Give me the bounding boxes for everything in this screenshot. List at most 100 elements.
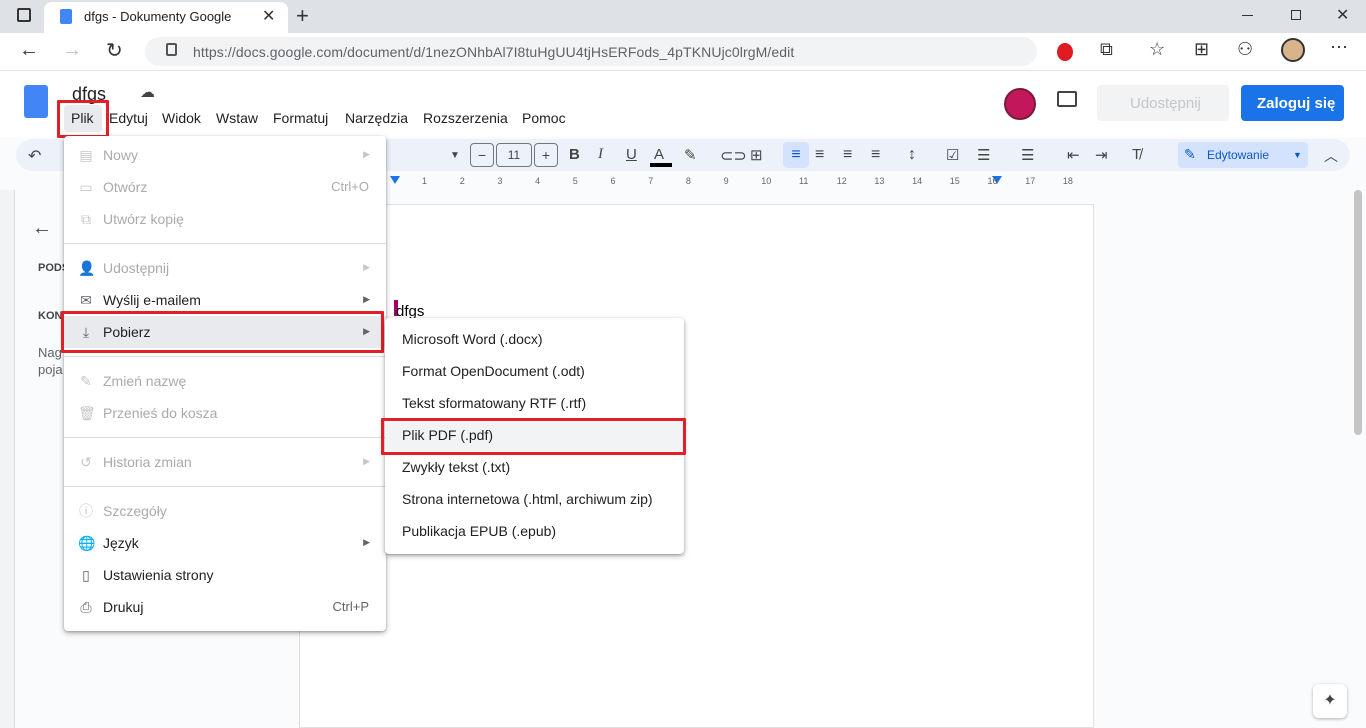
submenu-arrow-icon: ▶ [363, 149, 370, 159]
browser-tab[interactable]: dfgs - Dokumenty Google ✕ [44, 2, 288, 33]
reload-icon[interactable]: ↻ [106, 38, 123, 63]
file-menu-item-label: Historia zmian [103, 454, 192, 470]
submenu-arrow-icon: ▶ [363, 456, 370, 466]
tab-close-icon[interactable]: ✕ [262, 6, 275, 26]
menu-divider [64, 437, 386, 438]
download-option[interactable]: Strona internetowa (.html, archiwum zip) [385, 483, 684, 515]
menu-edytuj[interactable]: Edytuj [109, 110, 148, 126]
history-icon: ↺ [80, 454, 92, 470]
file-menu-item[interactable]: 👤 Udostępnij ▶ [64, 252, 386, 284]
file-menu-item[interactable]: ▭ Otwórz Ctrl+O [64, 171, 386, 203]
file-menu-item[interactable]: ✎ Zmień nazwę [64, 365, 386, 397]
underline-icon[interactable]: U [626, 146, 637, 163]
profile-sync-icon[interactable]: ⚇ [1237, 39, 1253, 60]
back-icon[interactable]: ← [19, 39, 39, 62]
comments-icon[interactable] [1057, 91, 1077, 107]
text-color-icon[interactable]: A [654, 146, 664, 163]
link-icon[interactable]: ⊂⊃ [720, 146, 747, 166]
minimize-icon[interactable] [1242, 15, 1253, 16]
numbered-list-icon[interactable]: ☰ [1021, 146, 1034, 164]
font-size-input[interactable]: 11 [496, 143, 532, 167]
font-size-plus-icon[interactable]: + [534, 143, 558, 167]
ruler-number: 14 [912, 176, 923, 186]
tab-actions-icon[interactable] [17, 8, 31, 22]
more-icon[interactable]: ⋯ [1330, 37, 1348, 58]
collections-icon[interactable]: ⊞ [1194, 39, 1209, 60]
file-menu-item[interactable]: ▤ Nowy ▶ [64, 139, 386, 171]
restore-icon[interactable] [1291, 10, 1301, 20]
file-menu-item[interactable]: ⓘ Szczegóły [64, 495, 386, 527]
file-menu-item[interactable]: 🌐 Język ▶ [64, 527, 386, 559]
align-right-icon[interactable]: ≡ [843, 146, 852, 164]
favorites-icon[interactable]: ☆ [1149, 39, 1165, 60]
file-menu-item[interactable]: ↺ Historia zmian ▶ [64, 446, 386, 478]
download-option[interactable]: Microsoft Word (.docx) [385, 323, 684, 355]
mode-selector[interactable]: ✎ Edytowanie ▼ [1178, 142, 1308, 168]
align-center-icon[interactable]: ≡ [815, 146, 824, 164]
new-tab-icon[interactable]: + [296, 3, 309, 29]
share-button[interactable]: Udostępnij [1097, 85, 1229, 121]
highlight-icon[interactable]: ✎ [684, 146, 697, 164]
ruler-number: 11 [799, 176, 809, 186]
file-menu-item[interactable]: ▯ Ustawienia strony [64, 559, 386, 591]
text-color-bar [650, 163, 672, 167]
file-menu-item-label: Nowy [103, 147, 139, 163]
submenu-arrow-icon: ▶ [363, 294, 370, 304]
file-menu-item-label: Ustawienia strony [103, 567, 214, 583]
download-option[interactable]: Format OpenDocument (.odt) [385, 355, 684, 387]
align-left-icon[interactable]: ≡ [783, 142, 809, 168]
clear-formatting-icon[interactable]: T̸ [1132, 146, 1141, 163]
undo-icon[interactable]: ↶ [28, 146, 41, 166]
menu-narzedzia[interactable]: Narzędzia [345, 110, 408, 126]
file-menu-item[interactable]: ⧉ Utwórz kopię [64, 203, 386, 235]
docs-logo-icon[interactable] [24, 85, 48, 118]
forward-icon[interactable]: → [62, 39, 82, 62]
italic-icon[interactable]: I [598, 146, 603, 163]
opera-ext-icon[interactable] [1057, 43, 1073, 61]
file-menu-item-label: Utwórz kopię [103, 211, 184, 227]
file-menu-item[interactable]: 🗑 Przenieś do kosza [64, 397, 386, 429]
align-justify-icon[interactable]: ≡ [871, 146, 880, 164]
doc-icon: ▤ [79, 147, 93, 163]
font-dropdown-icon[interactable]: ▼ [450, 150, 460, 161]
menu-formatuj[interactable]: Formatuj [273, 110, 328, 126]
mail-icon: ✉ [80, 292, 92, 308]
highlight-plik [57, 100, 109, 138]
comment-add-icon[interactable]: ⊞ [750, 146, 763, 164]
download-option-label: Microsoft Word (.docx) [402, 331, 543, 347]
extensions-icon[interactable]: ⧉ [1100, 39, 1113, 60]
profile-avatar[interactable] [1281, 38, 1305, 62]
scrollbar-thumb[interactable] [1354, 190, 1362, 435]
mode-dropdown-icon: ▼ [1293, 150, 1302, 160]
window-close-icon[interactable]: ✕ [1336, 5, 1349, 25]
file-menu-item-label: Drukuj [103, 599, 144, 615]
shortcut-label: Ctrl+O [331, 179, 369, 194]
user-avatar[interactable] [1004, 88, 1036, 120]
docs-header: dfgs ☁ Udostępnij Zaloguj się [0, 71, 1366, 137]
increase-indent-icon[interactable]: ⇥ [1095, 146, 1108, 164]
menu-wstaw[interactable]: Wstaw [216, 110, 258, 126]
outline-text-2: poja [38, 362, 63, 377]
download-option[interactable]: Publikacja EPUB (.epub) [385, 515, 684, 547]
font-size-minus-icon[interactable]: − [470, 143, 494, 167]
outline-sub: KON [38, 310, 63, 322]
address-bar[interactable]: https://docs.google.com/document/d/1nezO… [145, 37, 1037, 66]
bold-icon[interactable]: B [569, 146, 580, 163]
collapse-menus-icon[interactable]: ︿ [1324, 146, 1338, 166]
outline-back-icon[interactable]: ← [32, 217, 52, 240]
menu-pomoc[interactable]: Pomoc [522, 110, 566, 126]
file-menu-item-label: Przenieś do kosza [103, 405, 218, 421]
menu-widok[interactable]: Widok [162, 110, 201, 126]
cloud-status-icon[interactable]: ☁ [140, 83, 155, 101]
file-menu-item[interactable]: ⎙ Drukuj Ctrl+P [64, 591, 386, 623]
line-spacing-icon[interactable]: ↕ [908, 146, 916, 164]
bullet-list-icon[interactable]: ☰ [977, 146, 990, 164]
decrease-indent-icon[interactable]: ⇤ [1067, 146, 1080, 164]
login-button[interactable]: Zaloguj się [1241, 85, 1344, 121]
ruler-number: 6 [610, 176, 616, 186]
download-option[interactable]: Zwykły tekst (.txt) [385, 451, 684, 483]
download-option[interactable]: Tekst sformatowany RTF (.rtf) [385, 387, 684, 419]
menu-rozszerzenia[interactable]: Rozszerzenia [423, 110, 508, 126]
checklist-icon[interactable]: ☑ [946, 146, 959, 164]
explore-button[interactable]: ✦ [1313, 684, 1347, 718]
